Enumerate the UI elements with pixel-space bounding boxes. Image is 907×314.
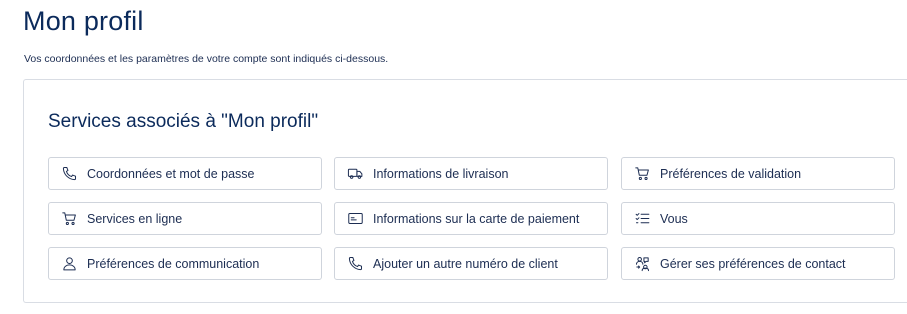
service-carte-paiement-button[interactable]: Informations sur la carte de paiement (334, 202, 608, 235)
service-coordonnees-button[interactable]: Coordonnées et mot de passe (48, 157, 322, 190)
service-label: Gérer ses préférences de contact (660, 256, 846, 271)
service-ajouter-client-button[interactable]: Ajouter un autre numéro de client (334, 247, 608, 280)
phone-icon (346, 255, 364, 273)
page-title: Mon profil (23, 6, 144, 36)
truck-icon (346, 165, 364, 183)
cart-icon (633, 165, 651, 183)
list-check-icon (633, 210, 651, 228)
service-label: Ajouter un autre numéro de client (373, 256, 558, 271)
card-icon (346, 210, 364, 228)
service-livraison-button[interactable]: Informations de livraison (334, 157, 608, 190)
service-validation-button[interactable]: Préférences de validation (621, 157, 895, 190)
service-label: Informations sur la carte de paiement (373, 211, 580, 226)
service-vous-button[interactable]: Vous (621, 202, 895, 235)
page-subtitle: Vos coordonnées et les paramètres de vot… (24, 53, 389, 65)
service-label: Vous (660, 211, 688, 226)
cart-icon (60, 210, 78, 228)
service-en-ligne-button[interactable]: Services en ligne (48, 202, 322, 235)
services-title: Services associés à "Mon profil" (48, 111, 319, 132)
service-label: Services en ligne (87, 211, 183, 226)
service-label: Informations de livraison (373, 166, 509, 181)
contact-preferences-icon (633, 255, 651, 273)
phone-icon (60, 165, 78, 183)
services-card: Services associés à "Mon profil" Coordon… (23, 79, 907, 303)
service-label: Coordonnées et mot de passe (87, 166, 255, 181)
service-label: Préférences de validation (660, 166, 802, 181)
service-communication-button[interactable]: Préférences de communication (48, 247, 322, 280)
service-label: Préférences de communication (87, 256, 260, 271)
user-icon (60, 255, 78, 273)
service-preferences-contact-button[interactable]: Gérer ses préférences de contact (621, 247, 895, 280)
